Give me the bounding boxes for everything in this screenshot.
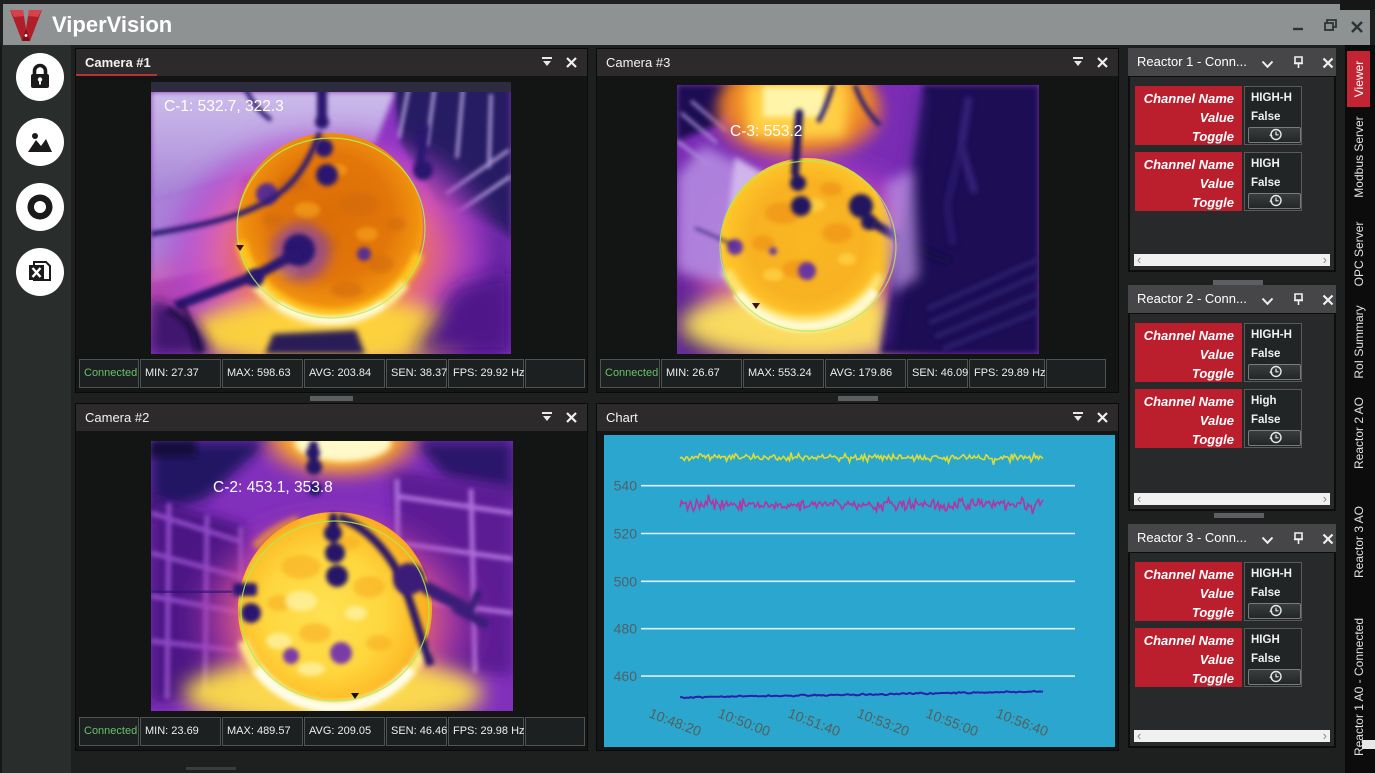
svg-text:520: 520 xyxy=(614,526,638,542)
svg-text:500: 500 xyxy=(614,573,638,589)
svg-text:C-3: 553.2: C-3: 553.2 xyxy=(730,123,802,140)
svg-text:C-1: 532.7, 322.3: C-1: 532.7, 322.3 xyxy=(164,98,284,115)
svg-text:460: 460 xyxy=(614,668,638,684)
svg-text:540: 540 xyxy=(614,478,638,494)
svg-text:C-2: 453.1, 353.8: C-2: 453.1, 353.8 xyxy=(213,479,333,496)
svg-text:480: 480 xyxy=(614,621,638,637)
